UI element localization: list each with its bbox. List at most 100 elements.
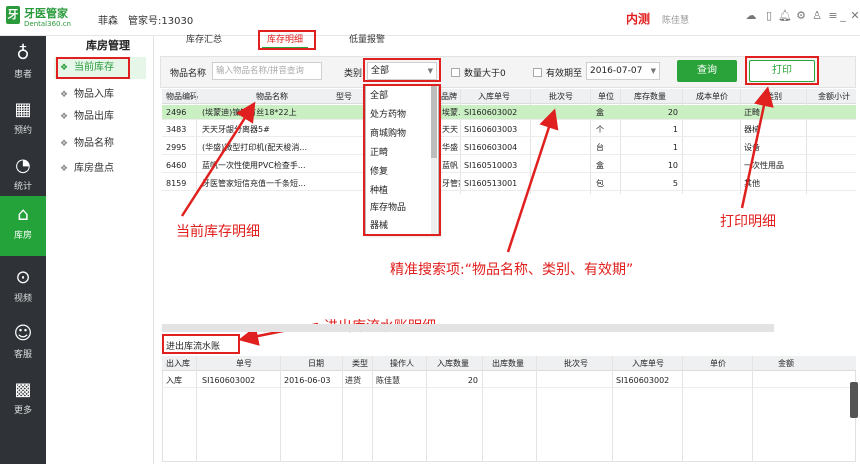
flow-order-no: SI160603002 xyxy=(202,376,256,385)
nav-item-more[interactable]: ▩ 更多 xyxy=(0,374,46,428)
qty-gt-zero-checkbox[interactable] xyxy=(451,68,460,77)
column-header[interactable]: 单位 xyxy=(598,90,614,104)
diamond-icon: ❖ xyxy=(59,112,69,122)
column-header[interactable]: 单价 xyxy=(710,357,726,371)
item-code: 8159 xyxy=(166,179,187,188)
nav-item-service[interactable]: ☺ 客服 xyxy=(0,318,46,372)
column-header[interactable]: 批次号 xyxy=(564,357,588,371)
flow-stock-in-no: SI160603002 xyxy=(616,376,670,385)
item-name: (华盛)微型打印机(配天梭消... xyxy=(202,143,307,152)
subnav-item-inventory-check[interactable]: ❖ 库房盘点 xyxy=(54,158,146,180)
main-nav: ♁ 患者 ▦ 预约 ◔ 统计 ⌂ 库房 ⊙ 视频 ☺ 客服 ▩ 更多 xyxy=(0,36,46,464)
flow-date: 2016-06-03 xyxy=(284,376,331,385)
chat-icon: ☺ xyxy=(13,323,33,344)
query-button[interactable]: 查询 xyxy=(677,60,737,82)
shirt-icon[interactable]: ♙ xyxy=(810,9,824,23)
flow-row[interactable] xyxy=(162,373,856,388)
column-header[interactable]: 入库数量 xyxy=(437,357,469,371)
account-number: 管家号:13030 xyxy=(128,16,194,27)
item-category: 器械 xyxy=(744,125,760,134)
column-header[interactable]: 金额 xyxy=(778,357,794,371)
expiry-checkbox[interactable] xyxy=(533,68,542,77)
item-unit: 包 xyxy=(596,179,604,188)
annotation-box-tab xyxy=(258,30,316,50)
column-header[interactable]: 出入库 xyxy=(166,357,190,371)
nav-item-video[interactable]: ⊙ 视频 xyxy=(0,262,46,316)
expiry-date-picker[interactable]: 2016-07-07 ▼ xyxy=(586,62,660,80)
app-logo-subtitle: Dental360.cn xyxy=(24,20,71,28)
column-header[interactable]: 出库数量 xyxy=(492,357,524,371)
item-brand: 埃蒙... xyxy=(442,108,460,117)
item-name-input[interactable]: 输入物品名称/拼音查询 xyxy=(212,62,322,80)
item-brand: 华盛 xyxy=(442,143,458,152)
column-header[interactable]: 型号 xyxy=(336,90,352,104)
item-name: 蓝帆一次性使用PVC检查手... xyxy=(202,161,306,170)
column-header[interactable]: 库存数量 xyxy=(634,90,666,104)
flow-in-qty: 20 xyxy=(467,376,478,385)
subnav-item-stock-out[interactable]: ❖ 物品出库 xyxy=(54,106,146,128)
qty-gt-zero-label: 数量大于0 xyxy=(464,69,506,79)
settings-icon[interactable]: ⚙ xyxy=(794,9,808,23)
diamond-icon: ❖ xyxy=(59,139,69,149)
close-icon[interactable]: ✕ xyxy=(848,9,860,23)
subnav-label: 库房盘点 xyxy=(74,163,114,174)
column-header[interactable]: 日期 xyxy=(308,357,324,371)
column-header[interactable]: 入库单号 xyxy=(478,90,510,104)
column-header[interactable]: 操作人 xyxy=(390,357,414,371)
column-header[interactable]: 品牌 xyxy=(441,90,457,104)
stock-in-order-no: SI160603003 xyxy=(464,125,518,134)
subnav-title: 库房管理 xyxy=(86,39,130,52)
category-label: 类别 xyxy=(344,69,363,79)
environment-label: 内测 xyxy=(626,12,651,26)
column-header[interactable]: 物品编码 xyxy=(166,90,198,104)
annotation-box-print xyxy=(745,56,819,85)
annotation-box-subnav xyxy=(56,57,130,79)
flow-operator: 陈佳慧 xyxy=(376,376,400,385)
table-horizontal-scrollbar[interactable] xyxy=(162,324,774,332)
tablet-icon[interactable]: ▯ xyxy=(762,9,776,23)
column-divider xyxy=(426,356,427,462)
cloud-icon[interactable]: ☁ xyxy=(744,9,758,23)
nav-label: 预约 xyxy=(13,126,32,136)
column-header[interactable]: 类别 xyxy=(766,90,782,104)
calendar-icon: ▦ xyxy=(14,99,32,120)
nav-item-patient[interactable]: ♁ 患者 xyxy=(0,38,46,92)
column-header[interactable]: 成本单价 xyxy=(696,90,728,104)
column-header[interactable]: 物品名称 xyxy=(256,90,288,104)
item-brand: 牙管家 xyxy=(442,179,460,188)
column-header[interactable]: 批次号 xyxy=(549,90,573,104)
tab-low-stock-alert[interactable]: 低量报警 xyxy=(345,33,389,49)
item-brand: 蓝帆 xyxy=(442,161,458,170)
stock-qty: 5 xyxy=(672,179,678,188)
diamond-icon: ❖ xyxy=(59,164,69,174)
bell-icon[interactable]: 🔔︎ xyxy=(778,9,792,23)
column-header[interactable]: 类型 xyxy=(352,357,368,371)
annotation-current-stock: 当前库存明细 xyxy=(176,224,260,240)
item-name: (埃蒙迪)镍钛方丝18*22上 xyxy=(202,108,297,117)
annotation-print-detail: 打印明细 xyxy=(720,214,776,230)
pie-chart-icon: ◔ xyxy=(15,155,31,176)
column-header[interactable]: 金额小计 xyxy=(818,90,850,104)
column-divider xyxy=(682,356,683,462)
column-header[interactable]: 单号 xyxy=(236,357,252,371)
nav-label: 统计 xyxy=(13,182,32,192)
item-category: 其他 xyxy=(744,179,760,188)
nav-label: 更多 xyxy=(13,406,32,416)
item-code: 2496 xyxy=(166,108,187,117)
subnav-item-stock-in[interactable]: ❖ 物品入库 xyxy=(54,84,146,106)
column-header[interactable]: 入库单号 xyxy=(632,357,664,371)
tab-stock-summary[interactable]: 库存汇总 xyxy=(182,33,226,49)
stock-qty: 20 xyxy=(667,108,678,117)
subnav-item-item-names[interactable]: ❖ 物品名称 xyxy=(54,133,146,155)
item-unit: 个 xyxy=(596,125,604,134)
annotation-search-terms: 精准搜索项:“物品名称、类别、有效期” xyxy=(390,262,634,278)
column-divider xyxy=(342,356,343,462)
subnav-label: 物品入库 xyxy=(74,89,114,100)
column-divider xyxy=(196,356,197,462)
nav-item-appointment[interactable]: ▦ 预约 xyxy=(0,94,46,148)
column-divider xyxy=(536,356,537,462)
side-handle[interactable] xyxy=(850,382,858,418)
nav-label: 库房 xyxy=(13,231,32,241)
nav-item-warehouse[interactable]: ⌂ 库房 xyxy=(0,196,46,256)
annotation-box-category xyxy=(363,58,441,82)
